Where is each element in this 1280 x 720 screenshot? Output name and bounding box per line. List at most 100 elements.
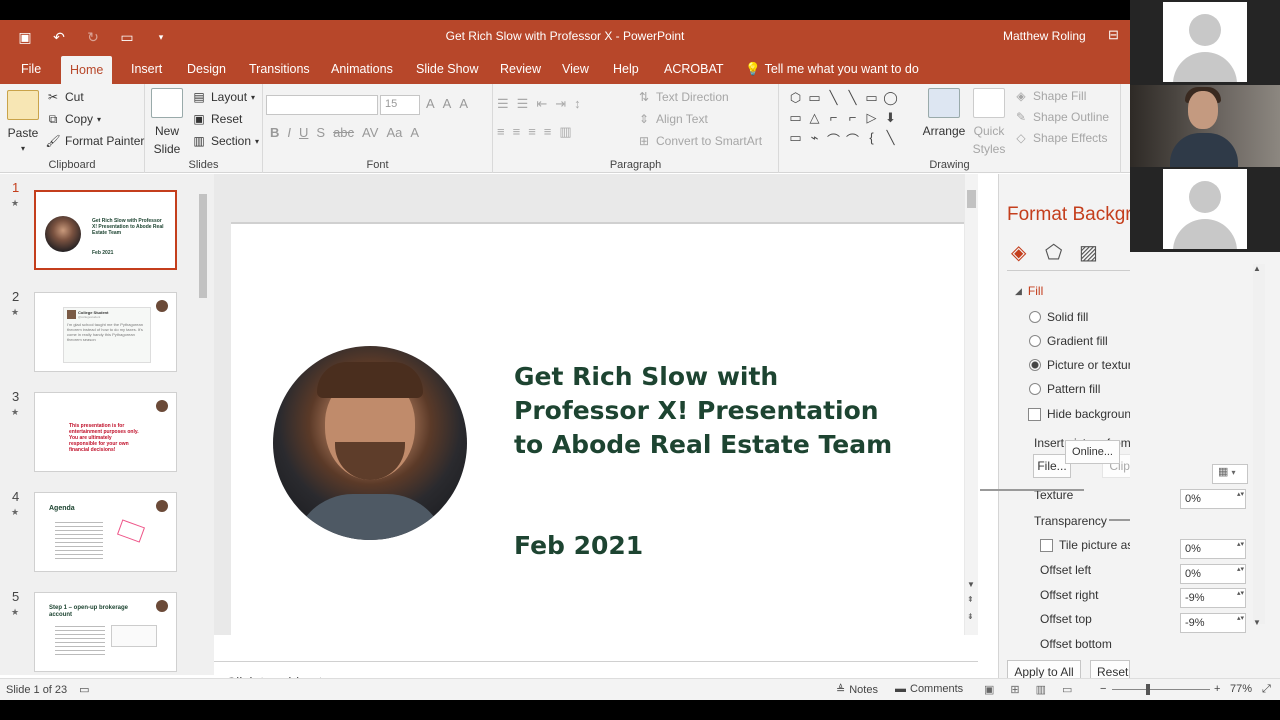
- clear-formatting-icon[interactable]: A: [459, 96, 468, 111]
- gradient-fill-option[interactable]: Gradient fill: [1029, 334, 1108, 348]
- shape-icon[interactable]: ▭: [786, 130, 805, 150]
- slide-thumbnail-2[interactable]: College Student @collegestudent I'm glad…: [34, 292, 177, 372]
- slide-thumbnail-3[interactable]: This presentation is for entertainment p…: [34, 392, 177, 472]
- tab-review[interactable]: Review: [491, 54, 550, 84]
- slide-title[interactable]: Get Rich Slow with Professor X! Presenta…: [514, 360, 914, 462]
- offset-bottom-spinner[interactable]: -9%: [1180, 613, 1246, 633]
- slide-canvas[interactable]: Get Rich Slow with Professor X! Presenta…: [231, 222, 964, 635]
- char-spacing-button[interactable]: AV: [362, 125, 378, 140]
- shape-icon[interactable]: ╲: [824, 90, 843, 110]
- quick-styles-button[interactable]: Quick Styles: [971, 88, 1007, 156]
- zoom-slider[interactable]: [1112, 684, 1210, 695]
- online-button[interactable]: Online...: [1065, 440, 1120, 464]
- paste-button[interactable]: Paste ▾: [7, 90, 39, 153]
- scroll-down-icon[interactable]: ▼: [1253, 618, 1261, 627]
- comments-button[interactable]: ▬ Comments: [895, 683, 963, 695]
- line-spacing-icon[interactable]: ↕: [574, 96, 581, 112]
- slide-thumbnail-1[interactable]: Get Rich Slow with Professor X! Presenta…: [34, 190, 177, 270]
- previous-slide-icon[interactable]: ⇞: [967, 595, 974, 604]
- tab-acrobat[interactable]: ACROBAT: [655, 54, 733, 84]
- tab-home[interactable]: Home: [61, 56, 113, 84]
- offset-left-spinner[interactable]: 0%: [1180, 539, 1246, 559]
- change-case-button[interactable]: Aa: [386, 125, 402, 140]
- section-button[interactable]: ▥ Section ▾: [191, 134, 259, 148]
- grow-font-icon[interactable]: A: [426, 96, 435, 111]
- tab-insert[interactable]: Insert: [122, 54, 171, 84]
- slide-thumbnail-pane[interactable]: 1 ★ Get Rich Slow with Professor X! Pres…: [0, 174, 214, 675]
- slide-thumbnail-5[interactable]: Step 1 – open-up brokerage account: [34, 592, 177, 672]
- tell-me-search[interactable]: 💡 Tell me what you want to do: [736, 54, 928, 84]
- shape-icon[interactable]: ╲: [881, 130, 900, 150]
- fit-to-window-icon[interactable]: ⤢: [1262, 683, 1271, 696]
- copy-button[interactable]: ⧉ Copy ▾: [45, 112, 101, 126]
- slide-date[interactable]: Feb 2021: [514, 531, 643, 560]
- font-size-dropdown[interactable]: 15: [380, 95, 420, 115]
- shape-effects-button[interactable]: ◇ Shape Effects: [1013, 131, 1107, 145]
- font-name-dropdown[interactable]: [266, 95, 378, 115]
- user-name[interactable]: Matthew Roling: [1003, 29, 1086, 43]
- normal-view-icon[interactable]: ▣: [984, 683, 994, 696]
- shape-icon[interactable]: ╲: [843, 90, 862, 110]
- tab-file[interactable]: File: [12, 54, 50, 84]
- align-center-icon[interactable]: ≡: [513, 124, 521, 140]
- bold-button[interactable]: B: [270, 125, 279, 140]
- shape-icon[interactable]: △: [805, 110, 824, 130]
- fill-section-header[interactable]: ◢ Fill: [1015, 284, 1043, 298]
- solid-fill-option[interactable]: Solid fill: [1029, 310, 1088, 324]
- new-slide-button[interactable]: New Slide: [151, 88, 183, 156]
- ribbon-display-options-icon[interactable]: ⊟: [1108, 27, 1119, 43]
- scrollbar-thumb[interactable]: [967, 190, 976, 208]
- zoom-in-icon[interactable]: +: [1214, 683, 1220, 695]
- layout-button[interactable]: ▤ Layout ▾: [191, 90, 255, 104]
- reading-view-icon[interactable]: ▥: [1036, 683, 1046, 696]
- shape-icon[interactable]: ⌐: [824, 110, 843, 130]
- numbering-icon[interactable]: ☰: [517, 96, 529, 112]
- scroll-up-icon[interactable]: ▲: [1253, 264, 1261, 273]
- tab-design[interactable]: Design: [178, 54, 235, 84]
- shape-fill-button[interactable]: ◈ Shape Fill: [1013, 89, 1086, 103]
- slide-sorter-icon[interactable]: ⊞: [1010, 683, 1019, 696]
- zoom-slider-thumb[interactable]: [1146, 684, 1150, 695]
- italic-button[interactable]: I: [287, 125, 291, 140]
- cut-button[interactable]: ✂ Cut: [45, 90, 84, 104]
- shape-icon[interactable]: ▷: [862, 110, 881, 130]
- shape-outline-button[interactable]: ✎ Shape Outline: [1013, 110, 1109, 124]
- align-left-icon[interactable]: ≡: [497, 124, 505, 140]
- scroll-down-icon[interactable]: ▼: [967, 580, 975, 589]
- picture-fill-option[interactable]: Picture or texture fill: [1029, 358, 1130, 372]
- shapes-gallery[interactable]: ⬡ ▭ ╲ ╲ ▭ ◯ ▭ △ ⌐ ⌐ ▷ ⬇ ▭ ⌁ ⌒ ⌒{╲: [786, 90, 904, 150]
- editor-scrollbar[interactable]: ▼ ⇞ ⇟: [965, 174, 978, 635]
- pattern-fill-option[interactable]: Pattern fill: [1029, 382, 1100, 396]
- shadow-button[interactable]: S: [316, 125, 325, 140]
- transparency-spinner[interactable]: 0%: [1180, 489, 1246, 509]
- shrink-font-icon[interactable]: A: [443, 96, 452, 111]
- columns-icon[interactable]: ▥: [559, 124, 571, 140]
- tab-transitions[interactable]: Transitions: [240, 54, 319, 84]
- next-slide-icon[interactable]: ⇟: [967, 612, 974, 621]
- shape-icon[interactable]: ▭: [805, 90, 824, 110]
- shape-icon[interactable]: ⬡: [786, 90, 805, 110]
- picture-icon[interactable]: ▨: [1079, 240, 1103, 264]
- spelling-icon[interactable]: ▭: [79, 683, 89, 696]
- strikethrough-button[interactable]: abc: [333, 125, 354, 140]
- tab-animations[interactable]: Animations: [322, 54, 402, 84]
- shape-icon[interactable]: ⬇: [881, 110, 900, 130]
- scrollbar-thumb[interactable]: [199, 194, 207, 298]
- format-painter-button[interactable]: 🖌 Format Painter: [45, 134, 144, 148]
- tab-view[interactable]: View: [553, 54, 598, 84]
- shape-icon[interactable]: ⌒: [824, 130, 843, 150]
- shape-icon[interactable]: ▭: [862, 90, 881, 110]
- underline-button[interactable]: U: [299, 125, 308, 140]
- tile-picture-checkbox[interactable]: Tile picture as texture: [1040, 538, 1130, 552]
- align-text-button[interactable]: ⇕ Align Text: [636, 112, 708, 126]
- font-color-button[interactable]: A: [410, 125, 419, 140]
- increase-indent-icon[interactable]: ⇥: [555, 96, 566, 112]
- shape-icon[interactable]: ◯: [881, 90, 900, 110]
- texture-dropdown[interactable]: ▦ ▾: [1212, 464, 1248, 484]
- shape-icon[interactable]: ⌐: [843, 110, 862, 130]
- zoom-out-icon[interactable]: −: [1100, 683, 1106, 695]
- slide-thumbnail-4[interactable]: Agenda: [34, 492, 177, 572]
- notes-button[interactable]: ≜ Notes: [836, 683, 878, 697]
- bullets-icon[interactable]: ☰: [497, 96, 509, 112]
- tab-help[interactable]: Help: [604, 54, 648, 84]
